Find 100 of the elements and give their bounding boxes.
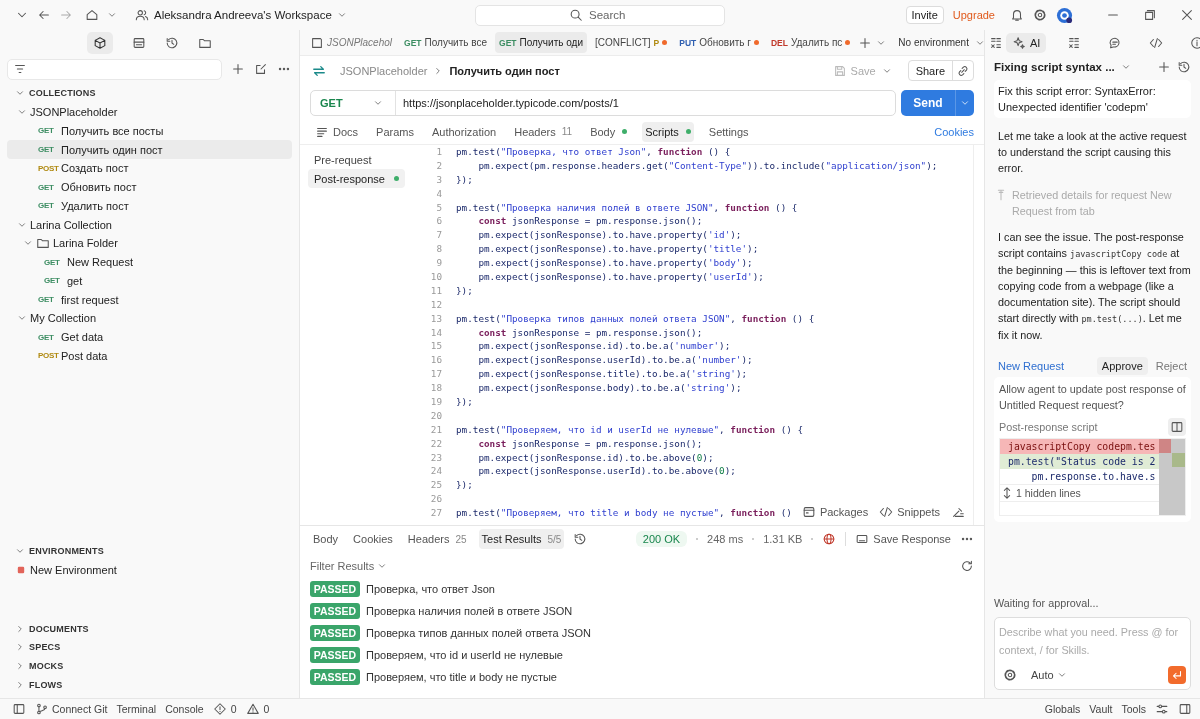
search-field[interactable]: Search: [475, 4, 725, 26]
history-icon[interactable]: [165, 35, 179, 50]
save-response-button[interactable]: Save Response: [855, 532, 951, 546]
breadcrumb-link[interactable]: JSONPlaceholder: [340, 64, 428, 77]
script-tab[interactable]: Post-response: [308, 169, 405, 188]
line-number: 20: [429, 408, 443, 423]
status-bar-item[interactable]: Console: [165, 703, 204, 715]
environment-item[interactable]: New Environment: [7, 560, 292, 580]
cookies-link[interactable]: Cookies: [934, 125, 974, 138]
request-tab[interactable]: PUT Обновить г: [675, 32, 763, 53]
error-icon[interactable]: [212, 702, 227, 716]
snippets-button[interactable]: Snippets: [879, 505, 940, 519]
tree-item[interactable]: POST Post data: [7, 346, 292, 366]
ai-tab[interactable]: AI: [1006, 32, 1047, 53]
tree-item[interactable]: GET first request: [7, 290, 292, 309]
upgrade-button[interactable]: Upgrade: [952, 9, 995, 21]
status-bar-item[interactable]: Globals: [1044, 703, 1081, 715]
request-tab[interactable]: GET Получить все: [400, 32, 491, 53]
variables-icon[interactable]: [988, 35, 1003, 50]
refresh-icon[interactable]: [960, 559, 974, 573]
search-input[interactable]: Search: [587, 8, 631, 22]
script-tab[interactable]: Pre-request: [308, 150, 405, 169]
split-view-button[interactable]: [1168, 418, 1186, 436]
packages-button[interactable]: Packages: [801, 505, 869, 519]
reject-button[interactable]: Reject: [1155, 360, 1187, 372]
prompt-input[interactable]: Describe what you need. Press @ for context, / for Skills.: [995, 618, 1190, 664]
home-icon[interactable]: [85, 8, 99, 22]
caret-icon[interactable]: [1120, 62, 1131, 72]
tree-item[interactable]: POST Создать пост: [7, 158, 292, 178]
section-title[interactable]: MOCKS: [29, 660, 64, 671]
environment-dropdown[interactable]: No environment: [898, 37, 985, 48]
tree-item[interactable]: JSONPlaceholder: [7, 102, 292, 122]
request-tab[interactable]: JSONPlacehol: [306, 32, 397, 53]
request-section-tab[interactable]: Headers 11: [511, 121, 576, 142]
status-bar-item[interactable]: Vault: [1089, 703, 1113, 715]
method-dropdown[interactable]: GET: [311, 91, 396, 115]
filter-field[interactable]: [7, 58, 222, 80]
tree-item[interactable]: Larina Collection: [7, 215, 292, 234]
request-tab[interactable]: [CONFLICT] P: [591, 32, 672, 53]
sidebar-toggle-icon[interactable]: [12, 702, 26, 716]
status-bar-item[interactable]: Tools: [1121, 703, 1146, 715]
url-field[interactable]: https://jsonplaceholder.typicode.com/posts/1: [396, 96, 895, 110]
warning-icon[interactable]: [245, 702, 260, 716]
prompt-field[interactable]: Describe what you need. Press @ for context, / for Skills. Auto: [994, 617, 1191, 690]
tree-item[interactable]: GET Get data: [7, 327, 292, 347]
panel-toggle-icon[interactable]: [1178, 702, 1192, 716]
request-section-tab[interactable]: Body: [587, 121, 631, 142]
invite-button[interactable]: Invite: [905, 6, 944, 24]
response-tab[interactable]: Test Results 5/5: [478, 529, 565, 549]
chevron-right-icon[interactable]: [15, 642, 25, 653]
request-tab[interactable]: GET Получить оди: [495, 32, 587, 53]
section-title[interactable]: DOCUMENTS: [29, 623, 89, 634]
send-button[interactable]: [1168, 666, 1186, 684]
close-icon[interactable]: [1180, 8, 1194, 22]
request-section-tab[interactable]: Scripts: [642, 121, 694, 142]
tree-item[interactable]: GET Получить один пост: [7, 140, 292, 159]
section-title[interactable]: SPECS: [29, 642, 61, 653]
section-title[interactable]: FLOWS: [29, 679, 63, 690]
globe-icon[interactable]: [822, 532, 837, 546]
history-icon[interactable]: [1177, 60, 1191, 74]
chevron-right-icon[interactable]: [15, 679, 25, 690]
compose-icon[interactable]: [254, 62, 268, 76]
tree-item[interactable]: GET New Request: [7, 252, 292, 272]
request-link[interactable]: New Request: [998, 360, 1065, 372]
chevron-right-icon[interactable]: [15, 660, 25, 671]
tree-item[interactable]: GET Обновить пост: [7, 177, 292, 197]
link-icon[interactable]: [956, 63, 970, 78]
layout-icon[interactable]: [132, 35, 146, 50]
warning-count: 0: [263, 703, 270, 715]
tree-item[interactable]: GET Получить все посты: [7, 121, 292, 141]
chat-title[interactable]: Fixing script syntax ...: [994, 61, 1115, 73]
response-tab[interactable]: Headers 25: [404, 529, 470, 549]
settings-icon[interactable]: [1033, 8, 1047, 22]
workspace-switcher[interactable]: Aleksandra Andreeva's Workspace: [135, 8, 347, 22]
request-section-tab[interactable]: Docs: [312, 121, 362, 142]
bell-icon[interactable]: [1010, 8, 1024, 22]
request-tab[interactable]: DEL Удалить пс: [766, 32, 855, 53]
test-name: Проверяем, что id и userId не нулевые: [366, 649, 563, 661]
tree-item[interactable]: GET get: [7, 271, 292, 291]
mode-dropdown[interactable]: Auto: [1031, 669, 1067, 681]
tree-item[interactable]: My Collection: [7, 308, 292, 328]
method-label: GET: [38, 295, 55, 305]
avatar-icon[interactable]: [1056, 6, 1073, 24]
collections-button[interactable]: [87, 31, 113, 54]
filter-dropdown[interactable]: Filter Results: [310, 560, 388, 572]
restore-icon[interactable]: [1143, 8, 1157, 22]
chevron-right-icon[interactable]: [15, 623, 25, 634]
sliders-icon[interactable]: [1155, 702, 1169, 716]
tree-item[interactable]: Larina Folder: [7, 233, 292, 253]
url-bar[interactable]: GET https://jsonplaceholder.typicode.com/posts/1: [310, 90, 896, 116]
hidden-lines-label[interactable]: 1 hidden lines: [1016, 487, 1081, 499]
tab-label: Получить все: [424, 37, 487, 48]
back-arrow-icon[interactable]: [37, 8, 51, 22]
status-bar-item[interactable]: Terminal: [116, 703, 157, 715]
status-bar-item[interactable]: Connect Git: [35, 702, 108, 716]
history-icon[interactable]: [573, 532, 588, 546]
settings-icon[interactable]: [1003, 668, 1017, 682]
approve-button[interactable]: Approve: [1096, 357, 1148, 375]
tree-item[interactable]: GET Удалить пост: [7, 196, 292, 216]
caret-icon[interactable]: [107, 10, 117, 20]
